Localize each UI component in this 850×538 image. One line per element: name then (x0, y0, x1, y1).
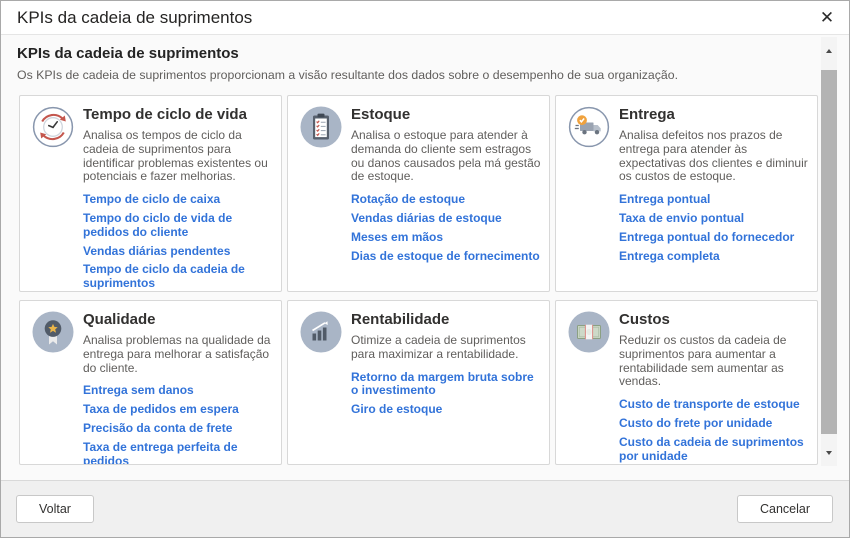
kpi-link-daily-sales-outstanding[interactable]: Vendas diárias pendentes (83, 245, 273, 259)
card-links: Custo de transporte de estoque Custo do … (619, 398, 809, 465)
kpi-link-on-time-shipping-rate[interactable]: Taxa de envio pontual (619, 212, 809, 226)
dialog-titlebar: KPIs da cadeia de suprimentos ✕ (1, 1, 849, 35)
kpi-link-gmroi[interactable]: Retorno da margem bruta sobre o investim… (351, 371, 541, 399)
page-subtitle: Os KPIs de cadeia de suprimentos proporc… (17, 68, 809, 82)
card-description: Analisa os tempos de ciclo da cadeia de … (83, 129, 273, 184)
profit-chart-icon (300, 311, 342, 353)
card-links: Rotação de estoque Vendas diárias de est… (351, 193, 541, 263)
clipboard-checklist-icon (300, 106, 342, 148)
kpi-link-back-order-rate[interactable]: Taxa de pedidos em espera (83, 403, 273, 417)
dialog-body: KPIs da cadeia de suprimentos Os KPIs de… (1, 35, 849, 480)
kpi-link-inventory-turnover[interactable]: Giro de estoque (351, 403, 541, 417)
kpi-link-supply-chain-cost-per-unit[interactable]: Custo da cadeia de suprimentos por unida… (619, 436, 809, 464)
card-description: Otimize a cadeia de suprimentos para max… (351, 334, 541, 362)
kpi-link-freight-cost-per-unit[interactable]: Custo do frete por unidade (619, 417, 809, 431)
card-title: Qualidade (83, 311, 273, 329)
card-links: Retorno da margem bruta sobre o investim… (351, 371, 541, 417)
card-lifecycle-time: Tempo de ciclo de vida Analisa os tempos… (19, 95, 282, 292)
card-description: Reduzir os custos da cadeia de supriment… (619, 334, 809, 389)
kpi-link-on-time-delivery[interactable]: Entrega pontual (619, 193, 809, 207)
card-quality: Qualidade Analisa problemas na qualidade… (19, 300, 282, 465)
card-links: Entrega sem danos Taxa de pedidos em esp… (83, 384, 273, 465)
kpi-link-customer-order-lifecycle-time[interactable]: Tempo do ciclo de vida de pedidos do cli… (83, 212, 273, 240)
card-title: Estoque (351, 106, 541, 124)
kpi-link-days-of-supply[interactable]: Dias de estoque de fornecimento (351, 250, 541, 264)
card-profitability: Rentabilidade Otimize a cadeia de suprim… (287, 300, 550, 465)
kpi-link-supplier-on-time-delivery[interactable]: Entrega pontual do fornecedor (619, 231, 809, 245)
cancel-button[interactable]: Cancelar (737, 495, 833, 523)
card-delivery: Entrega Analisa defeitos nos prazos de e… (555, 95, 818, 292)
kpi-link-perfect-order-rate[interactable]: Taxa de entrega perfeita de pedidos (83, 441, 273, 465)
card-description: Analisa o estoque para atender à demanda… (351, 129, 541, 184)
page-title: KPIs da cadeia de suprimentos (17, 45, 809, 62)
delivery-truck-icon (568, 106, 610, 148)
card-links: Entrega pontual Taxa de envio pontual En… (619, 193, 809, 263)
kpi-dialog: KPIs da cadeia de suprimentos ✕ KPIs da … (0, 0, 850, 538)
scroll-up-icon[interactable] (821, 43, 837, 58)
kpi-card-grid: Tempo de ciclo de vida Analisa os tempos… (19, 95, 849, 465)
scrollbar-thumb[interactable] (821, 70, 837, 434)
card-title: Custos (619, 311, 809, 329)
kpi-link-damage-free-delivery[interactable]: Entrega sem danos (83, 384, 273, 398)
kpi-link-months-on-hand[interactable]: Meses em mãos (351, 231, 541, 245)
close-icon[interactable]: ✕ (812, 4, 842, 32)
card-title: Entrega (619, 106, 809, 124)
kpi-link-inventory-rotation[interactable]: Rotação de estoque (351, 193, 541, 207)
scroll-down-icon[interactable] (821, 445, 837, 460)
card-description: Analisa problemas na qualidade da entreg… (83, 334, 273, 375)
dialog-footer: Voltar Cancelar (1, 480, 849, 537)
kpi-link-inventory-daily-sales[interactable]: Vendas diárias de estoque (351, 212, 541, 226)
kpi-link-inventory-carrying-cost[interactable]: Custo de transporte de estoque (619, 398, 809, 412)
kpi-link-supply-chain-cycle-time[interactable]: Tempo de ciclo da cadeia de suprimentos (83, 263, 273, 291)
vertical-scrollbar[interactable] (821, 37, 837, 466)
kpi-link-full-delivery[interactable]: Entrega completa (619, 250, 809, 264)
card-description: Analisa defeitos nos prazos de entrega p… (619, 129, 809, 184)
money-cost-icon (568, 311, 610, 353)
kpi-link-cash-cycle-time[interactable]: Tempo de ciclo de caixa (83, 193, 273, 207)
card-links: Tempo de ciclo de caixa Tempo do ciclo d… (83, 193, 273, 291)
card-title: Tempo de ciclo de vida (83, 106, 273, 124)
cycle-clock-icon (32, 106, 74, 148)
kpi-link-freight-bill-accuracy[interactable]: Precisão da conta de frete (83, 422, 273, 436)
quality-medal-icon (32, 311, 74, 353)
dialog-title: KPIs da cadeia de suprimentos (1, 8, 252, 28)
page-header: KPIs da cadeia de suprimentos Os KPIs de… (1, 35, 849, 82)
back-button[interactable]: Voltar (16, 495, 94, 523)
card-costs: Custos Reduzir os custos da cadeia de su… (555, 300, 818, 465)
card-inventory: Estoque Analisa o estoque para atender à… (287, 95, 550, 292)
card-title: Rentabilidade (351, 311, 541, 329)
